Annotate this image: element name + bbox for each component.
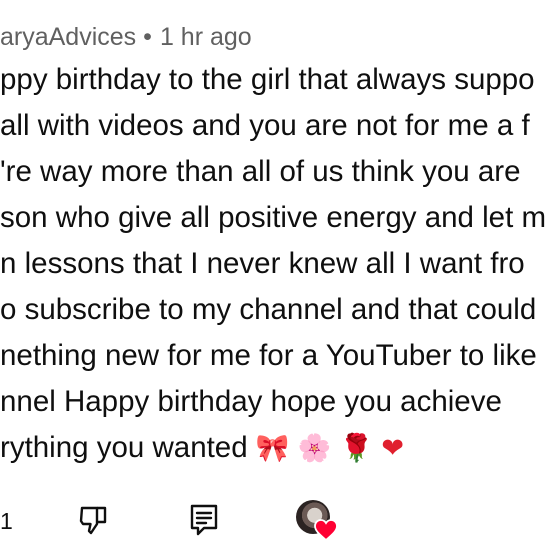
comment-line-2: all with videos and you are not for me a… [0,109,530,142]
ribbon-emoji: 🎀 [255,433,290,465]
comment-line-3: 're way more than all of us think you ar… [0,155,521,188]
comment-line-9-text: rything you wanted [0,431,248,464]
red-heart-emoji: ❤ [381,433,404,465]
comment-line-6: o subscribe to my channel and that could [0,293,537,326]
dislike-icon [79,506,107,535]
reply-comment-icon [190,504,218,536]
comment-header: aryaAdvices • 1 hr ago [0,20,252,54]
comment-line-9: rything you wanted 🎀 🌸 🌹 ❤ [0,425,560,471]
comment-body: ppy birthday to the girl that always sup… [0,57,560,471]
like-count: 1 [0,508,13,534]
heart-icon [314,519,338,542]
comment-line-1: ppy birthday to the girl that always sup… [0,63,535,96]
creator-heart-badge [296,500,344,544]
dislike-button[interactable] [76,502,112,538]
comment-time: 1 hr ago [159,23,252,51]
reply-button[interactable] [186,502,222,538]
comment-actions: 1 [0,498,560,548]
comment-line-8: nnel Happy birthday hope you achieve [0,385,502,418]
comment-author[interactable]: aryaAdvices [0,23,136,51]
comment-line-7: nething new for me for a YouTuber to lik… [0,339,537,372]
comment-line-5: n lessons that I never knew all I want f… [0,247,525,280]
comment-line-4: son who give all positive energy and let… [0,201,547,234]
rose-emoji: 🌹 [339,433,374,465]
blossom-emoji: 🌸 [297,433,332,465]
header-separator: • [143,23,152,51]
